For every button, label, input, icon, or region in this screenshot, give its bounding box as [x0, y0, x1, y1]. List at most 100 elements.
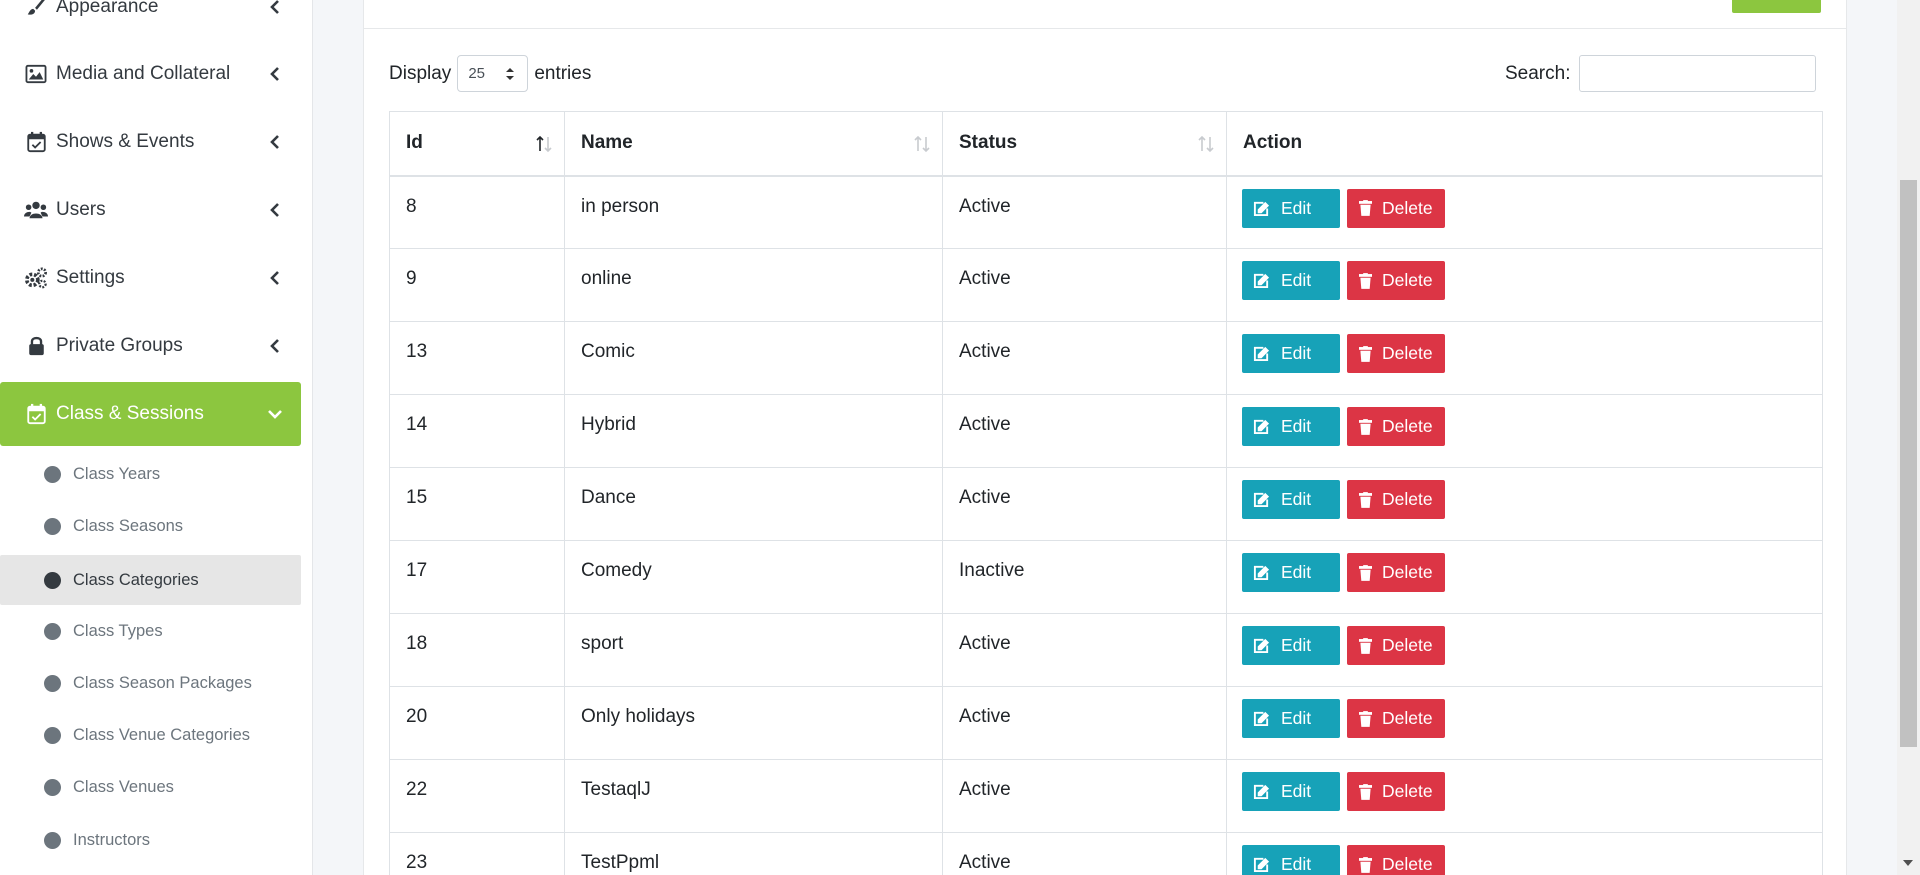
cell-action: Edit Delete	[1226, 832, 1823, 875]
table-row: 15 Dance Active Edit Delete	[389, 467, 1823, 541]
scrollbar-thumb[interactable]	[1900, 180, 1917, 747]
search-label: Search:	[1505, 62, 1571, 84]
paintbrush-icon	[24, 0, 48, 19]
circle-icon	[44, 465, 61, 483]
delete-button[interactable]: Delete	[1347, 334, 1445, 373]
trash-icon	[1359, 272, 1377, 289]
edit-icon	[1252, 200, 1276, 217]
table-row: 22 TestaqlJ Active Edit Delete	[389, 759, 1823, 833]
sidebar-subitem-label: Class Seasons	[73, 516, 184, 535]
sidebar-subitem-class-season-packages[interactable]: Class Season Packages	[0, 658, 301, 708]
table-body: 8 in person Active Edit Delete 9 online Active E…	[389, 175, 1823, 875]
circle-icon	[44, 831, 61, 849]
sidebar-subitem-class-types[interactable]: Class Types	[0, 606, 301, 656]
edit-icon	[1252, 783, 1276, 800]
cell-name: TestaqlJ	[564, 759, 943, 833]
delete-button[interactable]: Delete	[1347, 553, 1445, 592]
sidebar-item-shows-events[interactable]: Shows & Events	[0, 110, 301, 174]
edit-button[interactable]: Edit	[1242, 699, 1340, 738]
delete-label: Delete	[1382, 854, 1433, 874]
table-row: 23 TestPpml Active Edit Delete	[389, 832, 1823, 875]
column-header-name[interactable]: Name	[564, 111, 943, 177]
cell-id: 23	[389, 832, 565, 875]
cell-name: in person	[564, 175, 943, 249]
trash-icon	[1359, 783, 1377, 800]
scroll-down-arrow-icon[interactable]	[1901, 857, 1915, 869]
delete-button[interactable]: Delete	[1347, 772, 1445, 811]
sort-arrows-icon	[506, 68, 515, 80]
edit-icon	[1252, 710, 1276, 727]
calendar-check-icon	[24, 402, 48, 426]
edit-button[interactable]: Edit	[1242, 845, 1340, 875]
delete-button[interactable]: Delete	[1347, 480, 1445, 519]
cell-name: Comedy	[564, 540, 943, 614]
categories-table: Id Name Status Action 8 in person Active Ed…	[389, 111, 1823, 875]
cell-status: Active	[942, 248, 1227, 322]
edit-label: Edit	[1281, 343, 1312, 363]
sidebar-subitem-class-categories[interactable]: Class Categories	[0, 555, 301, 605]
cell-id: 13	[389, 321, 565, 395]
edit-button[interactable]: Edit	[1242, 334, 1340, 373]
sidebar-subitem-class-seasons[interactable]: Class Seasons	[0, 501, 301, 551]
chevron-left-icon	[265, 0, 285, 14]
sidebar-item-settings[interactable]: Settings	[0, 246, 301, 310]
sidebar-item-private-groups[interactable]: Private Groups	[0, 314, 301, 378]
delete-button[interactable]: Delete	[1347, 626, 1445, 665]
search-input[interactable]	[1579, 55, 1817, 92]
delete-button[interactable]: Delete	[1347, 261, 1445, 300]
cell-action: Edit Delete	[1226, 321, 1823, 395]
edit-button[interactable]: Edit	[1242, 553, 1340, 592]
cell-name: Hybrid	[564, 394, 943, 468]
cell-id: 9	[389, 248, 565, 322]
sidebar-item-appearance[interactable]: Appearance	[0, 0, 301, 39]
sidebar-item-label: Private Groups	[56, 335, 183, 356]
delete-button[interactable]: Delete	[1347, 188, 1445, 228]
edit-label: Edit	[1281, 562, 1312, 582]
circle-icon	[44, 726, 61, 744]
sidebar-subitem-class-venues[interactable]: Class Venues	[0, 762, 301, 812]
trash-icon	[1359, 710, 1377, 727]
table-row: 9 online Active Edit Delete	[389, 248, 1823, 322]
column-header-id[interactable]: Id	[389, 111, 565, 177]
edit-button[interactable]: Edit	[1242, 626, 1340, 665]
edit-button[interactable]: Edit	[1242, 407, 1340, 446]
entries-label: entries	[534, 62, 592, 84]
cell-action: Edit Delete	[1226, 175, 1823, 249]
cell-status: Active	[942, 175, 1227, 249]
edit-button[interactable]: Edit	[1242, 480, 1340, 519]
cell-id: 8	[389, 175, 565, 249]
sidebar-item-users[interactable]: Users	[0, 178, 301, 242]
edit-label: Edit	[1281, 489, 1312, 509]
delete-label: Delete	[1382, 489, 1433, 509]
table-row: 17 Comedy Inactive Edit Delete	[389, 540, 1823, 614]
page-size-select[interactable]: 25	[457, 55, 529, 92]
cell-name: online	[564, 248, 943, 322]
delete-label: Delete	[1382, 270, 1433, 290]
circle-icon	[44, 778, 61, 796]
edit-label: Edit	[1281, 781, 1312, 801]
edit-button[interactable]: Edit	[1242, 261, 1340, 300]
delete-button[interactable]: Delete	[1347, 407, 1445, 446]
sort-icon	[1198, 135, 1214, 153]
lock-icon	[24, 334, 48, 358]
sidebar-item-media[interactable]: Media and Collateral	[0, 42, 301, 106]
sidebar-item-class-sessions[interactable]: Class & Sessions	[0, 382, 301, 446]
delete-button[interactable]: Delete	[1347, 699, 1445, 738]
sidebar-subitem-class-venue-categories[interactable]: Class Venue Categories	[0, 710, 301, 760]
edit-button[interactable]: Edit	[1242, 772, 1340, 811]
gears-icon	[24, 266, 48, 290]
add-button[interactable]	[1732, 0, 1821, 13]
cell-action: Edit Delete	[1226, 686, 1823, 760]
sidebar-item-label: Media and Collateral	[56, 63, 231, 84]
delete-button[interactable]: Delete	[1347, 845, 1445, 875]
sidebar-subitem-label: Class Years	[73, 464, 161, 483]
sidebar-subitem-class-years[interactable]: Class Years	[0, 449, 301, 499]
edit-icon	[1252, 564, 1276, 581]
display-label: Display	[389, 62, 452, 84]
sidebar-subitem-instructors[interactable]: Instructors	[0, 815, 301, 865]
delete-label: Delete	[1382, 562, 1433, 582]
trash-icon	[1359, 418, 1377, 435]
cell-name: Dance	[564, 467, 943, 541]
column-header-status[interactable]: Status	[942, 111, 1227, 177]
edit-button[interactable]: Edit	[1242, 188, 1340, 228]
